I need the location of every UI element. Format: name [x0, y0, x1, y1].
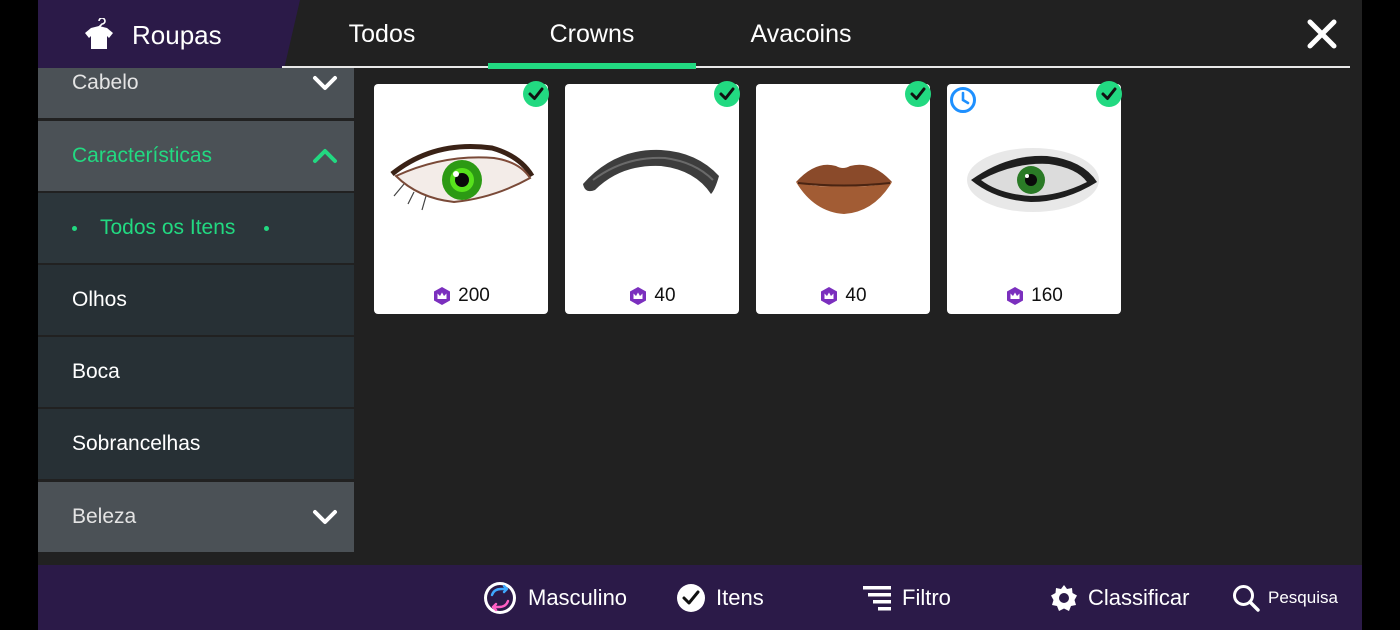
gender-toggle-button[interactable]: Masculino [482, 565, 627, 630]
owned-check-icon [714, 81, 740, 107]
green-eye-image [390, 143, 535, 211]
category-sidebar: Cabelo Características Todos os Itens Ol… [38, 68, 354, 554]
price-value: 40 [654, 285, 676, 306]
price-value: 40 [845, 285, 867, 306]
filter-button[interactable]: Filtro [862, 565, 951, 630]
eyebrow-image [583, 149, 719, 194]
search-button[interactable]: Pesquisa [1232, 565, 1338, 630]
chevron-down-icon [313, 76, 337, 90]
filter-icon [863, 585, 891, 610]
sidebar-item-label: Cabelo [72, 71, 139, 94]
shop-window: Roupas Todos Crowns Avacoins Cabelo Cara… [38, 0, 1362, 630]
sidebar-item-todos-os-itens[interactable]: Todos os Itens [38, 193, 354, 263]
owned-check-icon [523, 81, 549, 107]
sidebar-item-label: Olhos [72, 288, 127, 311]
item-card[interactable]: 40 [565, 81, 740, 314]
search-icon [1233, 584, 1260, 612]
sidebar-category-beleza[interactable]: Beleza [38, 482, 354, 552]
sidebar-item-olhos[interactable]: Olhos [38, 265, 354, 335]
sidebar-item-label: Características [72, 144, 213, 167]
item-card[interactable]: 200 [374, 81, 549, 314]
tab-crowns[interactable]: Crowns [488, 0, 696, 68]
owned-items-label: Itens [716, 584, 764, 610]
item-price: 40 [565, 284, 739, 308]
item-card[interactable]: 160 [947, 81, 1122, 314]
bullet-dot-icon [72, 226, 77, 231]
item-price: 160 [947, 284, 1121, 308]
price-value: 160 [1031, 285, 1063, 306]
sidebar-item-label: Boca [72, 360, 120, 383]
bottom-toolbar: Masculino Itens Filtro Classificar Pesqu… [38, 565, 1362, 630]
sidebar-item-sobrancelhas[interactable]: Sobrancelhas [38, 409, 354, 479]
sidebar-item-label: Beleza [72, 505, 137, 528]
check-circle-icon [677, 583, 705, 612]
tab-divider [282, 66, 1350, 68]
sidebar-item-label: Sobrancelhas [72, 432, 201, 455]
gender-toggle-label: Masculino [528, 584, 628, 610]
clock-icon [950, 87, 976, 113]
owned-items-button[interactable]: Itens [676, 565, 764, 630]
lips-image [796, 164, 892, 214]
owned-check-icon [905, 81, 931, 107]
title-block: Roupas [38, 0, 300, 68]
tab-todos[interactable]: Todos [280, 0, 484, 68]
sidebar-category-cabelo[interactable]: Cabelo [38, 68, 354, 118]
smoky-green-eye-image [967, 148, 1099, 212]
close-icon[interactable] [1300, 14, 1344, 56]
swap-gender-icon [484, 581, 516, 614]
search-label: Pesquisa [1268, 587, 1338, 607]
sidebar-item-boca[interactable]: Boca [38, 337, 354, 407]
sort-button[interactable]: Classificar [1050, 565, 1189, 630]
crown-icon [1007, 287, 1024, 305]
active-tab-indicator [488, 63, 696, 69]
chevron-up-icon [313, 149, 337, 163]
shirt-hanger-icon [85, 18, 113, 49]
item-price: 200 [374, 284, 548, 308]
bullet-dot-icon [264, 226, 269, 231]
sort-badge-icon [1051, 584, 1077, 611]
owned-check-icon [1096, 81, 1122, 107]
sidebar-item-label: Todos os Itens [100, 216, 236, 239]
crown-icon [630, 287, 647, 305]
header: Roupas Todos Crowns Avacoins [38, 0, 1362, 69]
sidebar-category-caracteristicas[interactable]: Características [38, 121, 354, 191]
page-title: Roupas [132, 20, 222, 50]
crown-icon [821, 287, 838, 305]
item-price: 40 [756, 284, 930, 308]
crown-icon [434, 287, 451, 305]
tab-avacoins[interactable]: Avacoins [696, 0, 906, 68]
filter-label: Filtro [902, 584, 951, 610]
chevron-down-icon [313, 510, 337, 524]
price-value: 200 [458, 285, 490, 306]
item-card[interactable]: 40 [756, 81, 931, 314]
sort-label: Classificar [1088, 584, 1190, 610]
